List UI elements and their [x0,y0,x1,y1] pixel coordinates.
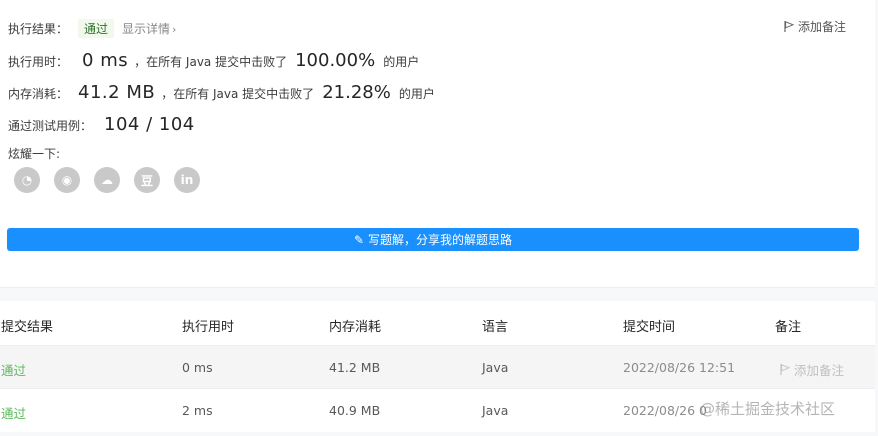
linkedin-glyph: in [180,173,194,187]
row-status[interactable]: 通过 [1,360,26,379]
row-language: Java [482,403,509,418]
memory-percent: 21.28% [322,82,391,103]
row-language: Java [482,360,509,375]
write-solution-button[interactable]: ✎ 写题解，分享我的解题思路 [7,228,859,251]
header-status: 提交结果 [1,320,54,335]
show-details-link[interactable]: 显示详情 › [122,20,176,37]
memory-row: 内存消耗： 41.2 MB ，在所有 Java 提交中击败了 21.28% 的用… [8,82,435,103]
memory-value: 41.2 MB [78,82,156,103]
flag-icon [780,364,790,375]
qq-glyph: ☁ [101,173,113,187]
memory-suffix: 的用户 [398,87,435,101]
status-badge: 通过 [78,19,115,38]
linkedin-icon[interactable]: in [174,167,200,193]
memory-prefix: ，在所有 Java 提交中击败了 [161,87,315,101]
row-runtime: 0 ms [182,360,213,375]
table-header: 提交结果 执行用时 内存消耗 语言 提交时间 备注 [0,301,875,345]
qq-icon[interactable]: ☁ [94,167,120,193]
header-language: 语言 [482,320,509,335]
header-memory: 内存消耗 [329,320,382,335]
tests-row: 通过测试用例： 104 / 104 [8,114,195,135]
row-time: 2022/08/26 12:51 [623,360,736,375]
pencil-icon: ✎ [353,232,365,247]
row-memory: 40.9 MB [329,403,381,418]
douban-glyph: 豆 [140,173,153,188]
row-runtime: 2 ms [182,403,213,418]
share-label: 炫耀一下: [8,147,61,161]
tests-label: 通过测试用例： [8,119,93,133]
wechat-icon[interactable]: ◔ [14,167,40,193]
result-label: 执行结果： [8,22,69,36]
row-time: 2022/08/26 0 [623,403,707,418]
watermark: @稀土掘金技术社区 [700,400,836,418]
show-details-label: 显示详情 [122,22,171,36]
runtime-label: 执行用时： [8,55,69,69]
header-note: 备注 [775,320,802,335]
table-row[interactable]: 通过 0 ms 41.2 MB Java 2022/08/26 12:51 添加… [0,345,875,389]
runtime-suffix: 的用户 [383,55,420,69]
flag-icon [784,21,794,32]
memory-label: 内存消耗： [8,87,69,101]
douban-icon[interactable]: 豆 [134,167,160,193]
row-add-note-button[interactable]: 添加备注 [780,360,844,379]
runtime-value: 0 ms [82,50,129,71]
share-row: 炫耀一下: [8,145,60,162]
weibo-icon[interactable]: ◉ [54,167,80,193]
add-note-label: 添加备注 [798,20,847,34]
chevron-right-icon: › [172,23,177,36]
write-solution-label: 写题解，分享我的解题思路 [368,233,513,247]
weibo-glyph: ◉ [61,173,73,187]
runtime-percent: 100.00% [295,50,376,71]
row-status[interactable]: 通过 [1,403,26,422]
add-note-button[interactable]: 添加备注 [784,18,846,35]
share-icons: ◔ ◉ ☁ 豆 in [14,167,214,193]
tests-value: 104 / 104 [104,114,195,135]
row-note-label: 添加备注 [794,363,845,378]
header-time: 提交时间 [623,320,676,335]
runtime-prefix: ，在所有 Java 提交中击败了 [134,55,288,69]
wechat-glyph: ◔ [21,173,33,187]
runtime-row: 执行用时： 0 ms ，在所有 Java 提交中击败了 100.00% 的用户 [8,50,419,71]
result-row: 执行结果： 通过 显示详情 › [8,19,176,38]
result-card: 执行结果： 通过 显示详情 › 添加备注 执行用时： 0 ms ，在所有 Java… [0,0,875,288]
row-memory: 41.2 MB [329,360,381,375]
header-runtime: 执行用时 [182,320,235,335]
